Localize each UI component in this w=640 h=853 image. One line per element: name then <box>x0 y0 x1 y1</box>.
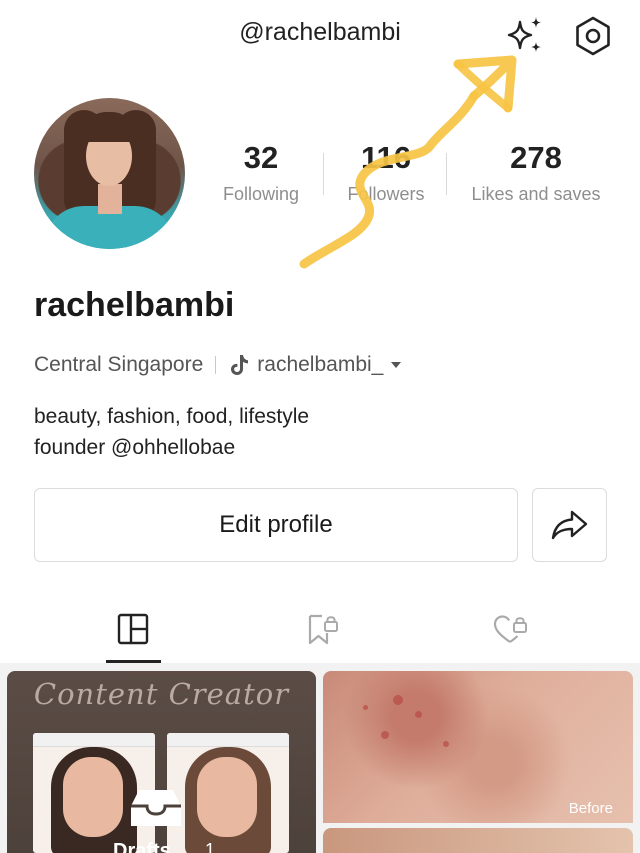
followers-count: 116 <box>360 140 411 175</box>
tiktok-handle: rachelbambi_ <box>257 353 384 376</box>
edit-profile-button[interactable]: Edit profile <box>34 488 518 562</box>
drafts-count: 1 <box>205 840 216 853</box>
stat-following[interactable]: 32 Following <box>214 140 308 205</box>
edit-profile-label: Edit profile <box>219 511 333 538</box>
likes-saves-count: 278 <box>510 140 562 175</box>
settings-icon <box>576 16 610 56</box>
bio-line: beauty, fashion, food, lifestyle <box>34 405 310 428</box>
tab-likes[interactable] <box>480 604 540 654</box>
likes-saves-label: Likes and saves <box>471 184 601 204</box>
post-card[interactable] <box>323 828 633 853</box>
profile-meta-row: Central Singapore rachelbambi_ <box>34 351 402 379</box>
avatar[interactable] <box>34 98 185 249</box>
tab-notes[interactable] <box>103 604 163 654</box>
display-name: rachelbambi <box>34 286 235 324</box>
before-label: Before <box>568 800 613 817</box>
location-text: Central Singapore <box>34 353 204 376</box>
share-icon <box>551 510 587 540</box>
heart-lock-icon <box>493 615 527 643</box>
following-count: 32 <box>243 140 279 175</box>
following-label: Following <box>222 184 300 204</box>
sparkle-icon <box>507 17 541 52</box>
bio-line: founder @ohhellobae <box>34 436 236 459</box>
sparkle-button[interactable] <box>503 14 547 58</box>
bookmark-lock-icon <box>308 614 338 645</box>
card-thumbnail <box>167 733 289 853</box>
meta-divider <box>215 356 217 374</box>
drafts-tray-icon <box>131 790 181 826</box>
stat-likes-saves[interactable]: 278 Likes and saves <box>456 140 616 205</box>
tab-collects[interactable] <box>292 604 352 654</box>
stat-followers[interactable]: 116 Followers <box>334 140 438 205</box>
stat-divider <box>446 153 447 195</box>
tiktok-icon <box>231 355 249 375</box>
tiktok-link[interactable]: rachelbambi_ <box>228 353 402 377</box>
followers-label: Followers <box>347 184 425 204</box>
top-bar: @rachelbambi <box>0 0 640 70</box>
post-card-before[interactable]: Before <box>323 671 633 823</box>
settings-button[interactable] <box>571 14 615 58</box>
share-button[interactable] <box>532 488 607 562</box>
notes-grid-icon <box>117 613 149 645</box>
bio: beauty, fashion, food, lifestyle founder… <box>34 401 309 463</box>
stat-divider <box>323 153 324 195</box>
chevron-down-icon <box>391 362 402 368</box>
drafts-label: Drafts <box>113 840 171 853</box>
card-title: Content Creator <box>33 677 290 711</box>
